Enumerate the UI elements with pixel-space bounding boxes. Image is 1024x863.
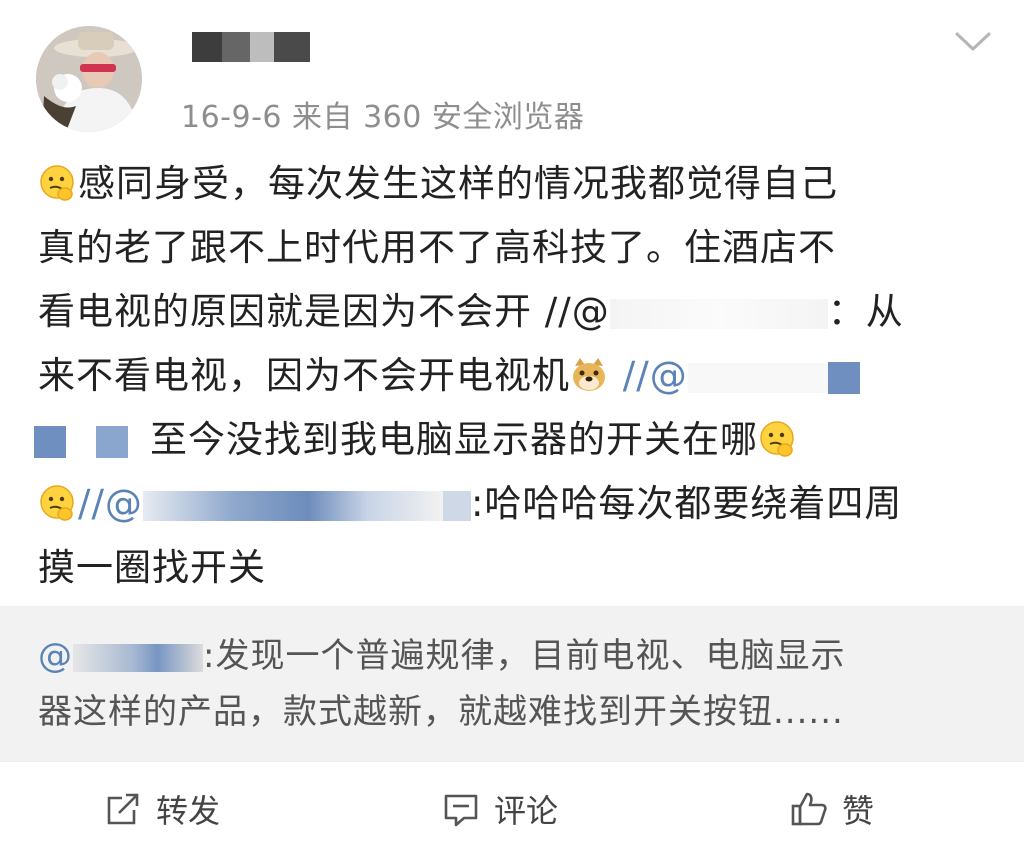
redacted-mention [442,490,471,521]
post-line: //@:哈哈哈每次都要绕着四周 [38,472,1000,536]
repost-button[interactable]: 转发 [104,786,220,832]
thinking-emoji-icon [40,485,74,521]
mention-link[interactable]: @ [38,636,73,676]
redacted-mention [34,425,66,458]
redacted-mention [142,490,443,521]
comment-icon [444,794,478,827]
redacted-mention [687,362,828,393]
post-line: 至今没找到我电脑显示器的开关在哪 [34,408,1000,472]
thinking-emoji-icon [40,165,74,201]
avatar[interactable] [36,26,142,132]
quoted-post[interactable]: @:发现一个普遍规律，目前电视、电脑显示 器这样的产品，款式越新，就越难找到开关… [0,606,1024,761]
post-line: 感同身受，每次发生这样的情况我都觉得自己 [38,152,1000,216]
redacted-mention [827,361,860,394]
redacted-username [250,32,274,62]
post-meta: 16-9-6 来自 360 安全浏览器 [181,100,585,135]
post-line: 看电视的原因就是因为不会开 //@ ：从 [38,290,904,333]
redacted-mention [609,298,828,329]
username[interactable] [192,30,310,64]
comment-button[interactable]: 评论 [442,786,558,832]
avatar-image [36,26,142,132]
redacted-username [192,32,222,62]
mention-link[interactable]: //@ [78,482,143,525]
like-button[interactable]: 赞 [790,786,874,832]
quoted-post-text: @:发现一个普遍规律，目前电视、电脑显示 器这样的产品，款式越新，就越难找到开关… [38,636,846,732]
doge-emoji-icon [573,358,605,391]
redacted-mention [96,425,128,458]
post-body: 感同身受，每次发生这样的情况我都觉得自己 真的老了跟不上时代用不了高科技了。住酒… [34,152,1000,600]
redacted-mention [73,643,203,672]
share-icon [107,793,139,825]
action-bar: 转发 评论 赞 [0,761,1024,863]
post-line: 摸一圈找开关 [38,546,266,589]
redacted-username [274,32,310,62]
redacted-username [222,32,250,62]
thumbs-up-icon [791,792,827,826]
post-line: 真的老了跟不上时代用不了高科技了。住酒店不 [38,226,836,269]
thinking-emoji-icon [760,421,794,457]
chevron-down-icon[interactable] [954,30,992,54]
post-line: 来不看电视，因为不会开电视机 //@ [38,344,1000,408]
